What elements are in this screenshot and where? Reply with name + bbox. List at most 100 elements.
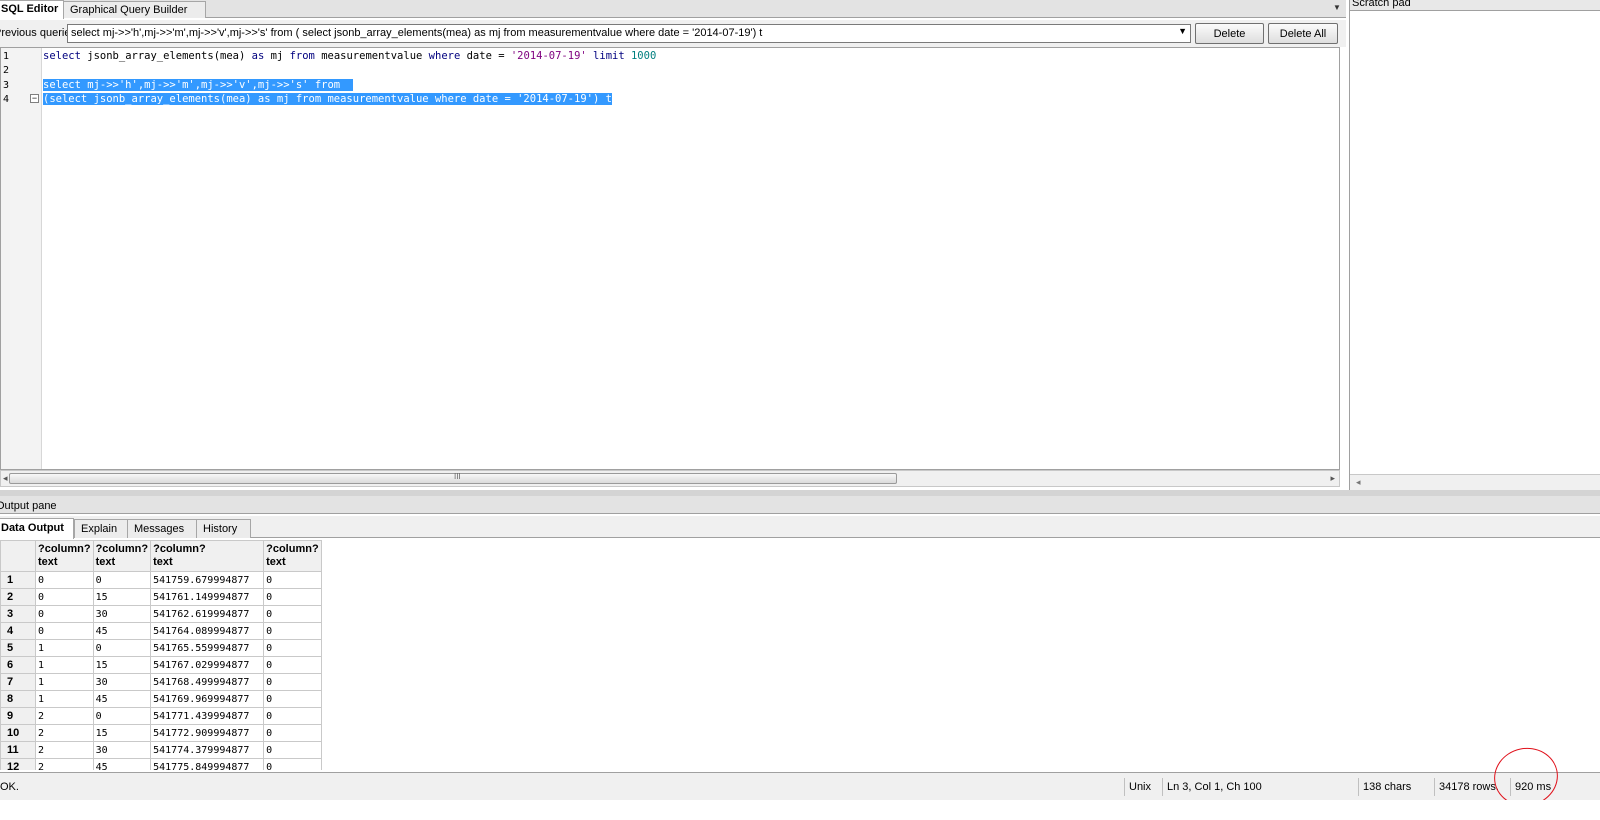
scratch-pad-scrollbar[interactable]: ◂ bbox=[1350, 474, 1600, 490]
table-cell[interactable]: 30 bbox=[92, 605, 152, 623]
previous-queries-select[interactable]: select mj->>'h',mj->>'m',mj->>'v',mj->>'… bbox=[67, 24, 1191, 43]
table-cell[interactable]: 0 bbox=[35, 622, 94, 640]
table-cell[interactable]: 1 bbox=[35, 690, 94, 708]
column-header[interactable]: ?column? text bbox=[92, 540, 152, 572]
table-row[interactable]: 8 1 45 541769.969994877 0 bbox=[0, 690, 322, 708]
table-cell[interactable]: 0 bbox=[263, 690, 322, 708]
table-cell[interactable]: 0 bbox=[263, 622, 322, 640]
row-number[interactable]: 5 bbox=[0, 639, 36, 657]
row-number-header[interactable] bbox=[0, 540, 36, 572]
dropdown-menu-icon[interactable]: ▼ bbox=[1332, 3, 1342, 15]
table-cell[interactable]: 0 bbox=[263, 707, 322, 725]
table-cell[interactable]: 30 bbox=[92, 673, 152, 691]
table-cell[interactable]: 541761.149994877 bbox=[150, 588, 265, 606]
table-cell[interactable]: 0 bbox=[263, 605, 322, 623]
table-cell[interactable]: 0 bbox=[263, 656, 322, 674]
chevron-down-icon[interactable]: ▼ bbox=[1178, 26, 1187, 36]
tab-data-output[interactable]: Data Output bbox=[0, 518, 74, 539]
tab-sql-editor[interactable]: SQL Editor bbox=[0, 0, 64, 19]
data-output-grid[interactable]: ?column? text ?column? text ?column? text ?… bbox=[0, 540, 1600, 770]
row-number[interactable]: 3 bbox=[0, 605, 36, 623]
table-cell[interactable]: 2 bbox=[35, 758, 94, 770]
table-cell[interactable]: 0 bbox=[35, 588, 94, 606]
table-row[interactable]: 6 1 15 541767.029994877 0 bbox=[0, 656, 322, 674]
table-cell[interactable]: 0 bbox=[263, 724, 322, 742]
table-cell[interactable]: 0 bbox=[263, 758, 322, 770]
table-cell[interactable]: 15 bbox=[92, 588, 152, 606]
table-cell[interactable]: 541775.849994877 bbox=[150, 758, 265, 770]
scrollbar-thumb[interactable]: III bbox=[9, 472, 897, 484]
table-cell[interactable]: 541772.909994877 bbox=[150, 724, 265, 742]
table-row[interactable]: 4 0 45 541764.089994877 0 bbox=[0, 622, 322, 640]
row-number[interactable]: 11 bbox=[0, 741, 36, 759]
table-cell[interactable]: 45 bbox=[92, 622, 152, 640]
scratch-pad[interactable]: Scratch pad ◂ bbox=[1349, 0, 1600, 490]
row-number[interactable]: 6 bbox=[0, 656, 36, 674]
delete-button[interactable]: Delete bbox=[1195, 23, 1264, 44]
table-cell[interactable]: 0 bbox=[92, 571, 152, 589]
row-number[interactable]: 10 bbox=[0, 724, 36, 742]
table-row[interactable]: 11 2 30 541774.379994877 0 bbox=[0, 741, 322, 759]
table-cell[interactable]: 0 bbox=[92, 639, 152, 657]
table-cell[interactable]: 30 bbox=[92, 741, 152, 759]
sql-editor[interactable]: 1 2 3 4 − select jsonb_array_elements(me… bbox=[0, 47, 1340, 470]
table-cell[interactable]: 1 bbox=[35, 656, 94, 674]
editor-horizontal-scrollbar[interactable]: ◂ III ▸ bbox=[0, 470, 1340, 487]
table-row[interactable]: 5 1 0 541765.559994877 0 bbox=[0, 639, 322, 657]
delete-all-button[interactable]: Delete All bbox=[1268, 23, 1338, 44]
table-row[interactable]: 7 1 30 541768.499994877 0 bbox=[0, 673, 322, 691]
row-number[interactable]: 7 bbox=[0, 673, 36, 691]
tab-history[interactable]: History bbox=[196, 519, 251, 538]
table-cell[interactable]: 0 bbox=[263, 571, 322, 589]
table-row[interactable]: 3 0 30 541762.619994877 0 bbox=[0, 605, 322, 623]
table-cell[interactable]: 2 bbox=[35, 724, 94, 742]
table-cell[interactable]: 0 bbox=[263, 673, 322, 691]
table-cell[interactable]: 541767.029994877 bbox=[150, 656, 265, 674]
row-number[interactable]: 8 bbox=[0, 690, 36, 708]
column-name: ?column? bbox=[38, 543, 91, 555]
tab-graphical-query-builder[interactable]: Graphical Query Builder bbox=[63, 1, 206, 18]
column-header[interactable]: ?column? text bbox=[35, 540, 94, 572]
table-row[interactable]: 1 0 0 541759.679994877 0 bbox=[0, 571, 322, 589]
table-row[interactable]: 9 2 0 541771.439994877 0 bbox=[0, 707, 322, 725]
tab-messages[interactable]: Messages bbox=[127, 519, 197, 538]
table-cell[interactable]: 2 bbox=[35, 707, 94, 725]
table-row[interactable]: 10 2 15 541772.909994877 0 bbox=[0, 724, 322, 742]
table-cell[interactable]: 45 bbox=[92, 758, 152, 770]
row-number[interactable]: 2 bbox=[0, 588, 36, 606]
table-cell[interactable]: 541759.679994877 bbox=[150, 571, 265, 589]
row-number[interactable]: 4 bbox=[0, 622, 36, 640]
table-cell[interactable]: 541765.559994877 bbox=[150, 639, 265, 657]
table-cell[interactable]: 541764.089994877 bbox=[150, 622, 265, 640]
table-cell[interactable]: 1 bbox=[35, 639, 94, 657]
table-cell[interactable]: 0 bbox=[263, 588, 322, 606]
table-cell[interactable]: 0 bbox=[92, 707, 152, 725]
column-header[interactable]: ?column? text bbox=[263, 540, 322, 572]
fold-collapse-icon[interactable]: − bbox=[30, 94, 39, 103]
table-cell[interactable]: 0 bbox=[263, 741, 322, 759]
row-number[interactable]: 12 bbox=[0, 758, 36, 770]
table-cell[interactable]: 541762.619994877 bbox=[150, 605, 265, 623]
scroll-right-icon[interactable]: ▸ bbox=[1330, 473, 1335, 484]
table-row[interactable]: 2 0 15 541761.149994877 0 bbox=[0, 588, 322, 606]
table-cell[interactable]: 15 bbox=[92, 656, 152, 674]
table-cell[interactable]: 2 bbox=[35, 741, 94, 759]
tab-explain[interactable]: Explain bbox=[74, 519, 128, 538]
table-cell[interactable]: 0 bbox=[35, 605, 94, 623]
code-token: date = bbox=[460, 50, 511, 62]
table-cell[interactable]: 45 bbox=[92, 690, 152, 708]
scroll-left-icon[interactable]: ◂ bbox=[1356, 477, 1361, 488]
row-number[interactable]: 1 bbox=[0, 571, 36, 589]
row-number[interactable]: 9 bbox=[0, 707, 36, 725]
table-cell[interactable]: 541768.499994877 bbox=[150, 673, 265, 691]
table-cell[interactable]: 541774.379994877 bbox=[150, 741, 265, 759]
column-header[interactable]: ?column? text bbox=[150, 540, 265, 572]
table-cell[interactable]: 541771.439994877 bbox=[150, 707, 265, 725]
table-cell[interactable]: 0 bbox=[263, 639, 322, 657]
table-cell[interactable]: 541769.969994877 bbox=[150, 690, 265, 708]
scroll-left-icon[interactable]: ◂ bbox=[3, 473, 8, 484]
table-cell[interactable]: 0 bbox=[35, 571, 94, 589]
table-cell[interactable]: 1 bbox=[35, 673, 94, 691]
table-cell[interactable]: 15 bbox=[92, 724, 152, 742]
table-row[interactable]: 12 2 45 541775.849994877 0 bbox=[0, 758, 322, 770]
